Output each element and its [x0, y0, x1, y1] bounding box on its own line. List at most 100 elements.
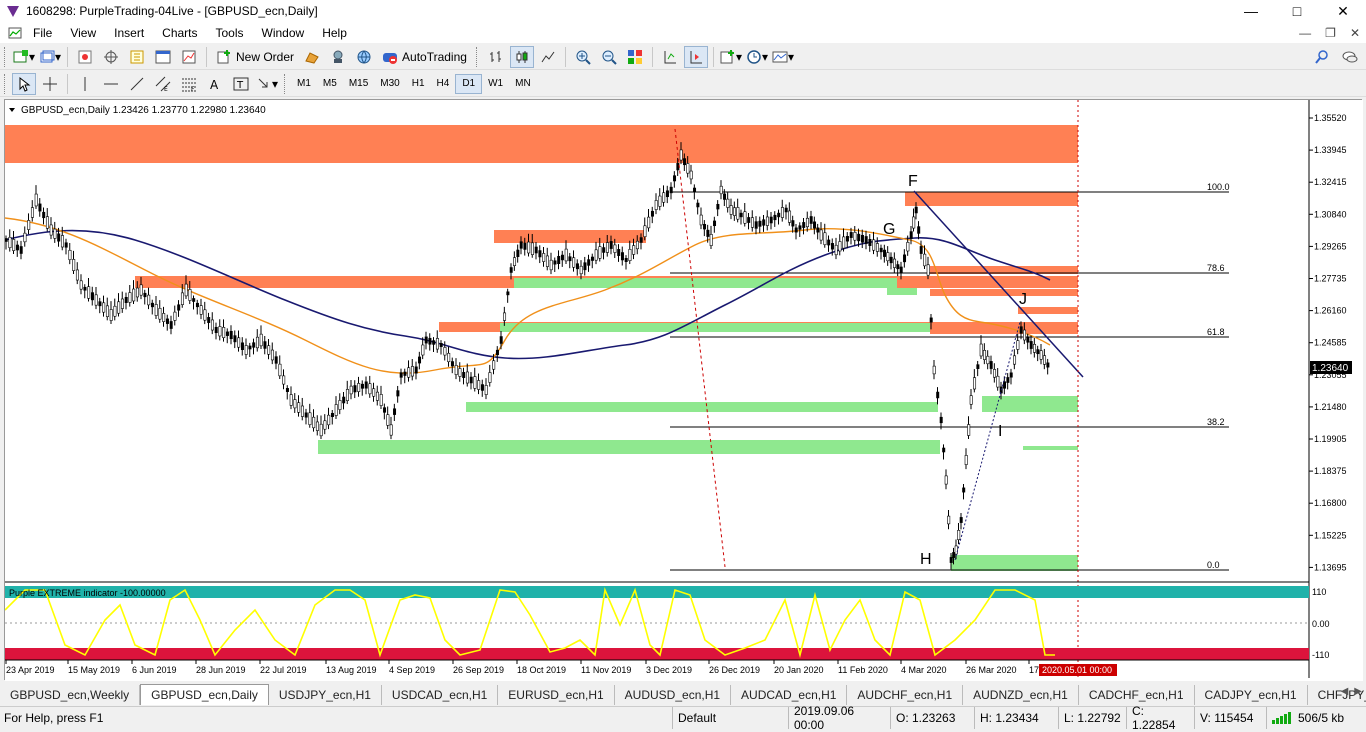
maximize-button[interactable]: □	[1274, 0, 1320, 22]
text-label-button[interactable]: T	[229, 73, 253, 95]
market-watch-icon	[78, 50, 92, 63]
support-zone[interactable]	[500, 323, 930, 332]
resistance-zone[interactable]	[905, 192, 1078, 206]
price-axis-label: 1.32415	[1314, 177, 1347, 187]
metaeditor-button[interactable]	[300, 46, 324, 68]
auto-trading-button[interactable]: AutoTrading	[378, 46, 471, 68]
search-icon[interactable]	[1314, 49, 1330, 65]
menu-view[interactable]: View	[61, 26, 105, 40]
data-window-button[interactable]	[99, 46, 123, 68]
menu-insert[interactable]: Insert	[105, 26, 153, 40]
market-button[interactable]	[352, 46, 376, 68]
support-zone[interactable]	[318, 440, 940, 454]
menu-file[interactable]: File	[24, 26, 61, 40]
support-zone[interactable]	[887, 288, 917, 295]
chart-tab[interactable]: GBPUSD_ecn,Weekly	[0, 685, 141, 705]
status-profile[interactable]: Default	[672, 706, 788, 729]
menu-help[interactable]: Help	[313, 26, 356, 40]
chart-tab[interactable]: AUDCAD_ecn,H1	[731, 685, 848, 705]
line-chart-button[interactable]	[536, 46, 560, 68]
menu-tools[interactable]: Tools	[207, 26, 253, 40]
support-zone[interactable]	[514, 278, 897, 288]
resistance-zone[interactable]	[494, 230, 646, 243]
price-axis-label: 1.21480	[1314, 402, 1347, 412]
text-button[interactable]: A	[203, 73, 227, 95]
indicators-button[interactable]: ▾	[719, 46, 743, 68]
new-order-button[interactable]: New Order	[212, 46, 298, 68]
tab-scroll-left-icon[interactable]: ◀	[1341, 686, 1349, 697]
tf-m5[interactable]: M5	[317, 74, 343, 94]
autoscroll-button[interactable]	[683, 45, 708, 68]
templates-button[interactable]: ▾	[771, 46, 795, 68]
cursor-date-label: 2020.05.01 00:00	[1042, 665, 1112, 675]
chart-tab[interactable]: CADCHF_ecn,H1	[1079, 685, 1195, 705]
cursor-button[interactable]	[12, 72, 36, 95]
tab-scroll-right-icon[interactable]: ▶	[1354, 686, 1362, 697]
vertical-line-button[interactable]	[73, 73, 97, 95]
price-chart[interactable]: 100.0 78.6 61.8 38.2 0.0 F G J H I GBPUSD_ecn,Da…	[5, 100, 1363, 681]
support-zone[interactable]	[466, 402, 938, 412]
navigator-button[interactable]	[125, 46, 149, 68]
date-axis-label: 26 Sep 2019	[453, 665, 504, 675]
fibonacci-button[interactable]: F	[177, 73, 201, 95]
tf-mn[interactable]: MN	[509, 74, 537, 94]
signals-icon	[333, 50, 343, 63]
wave-label: J	[1019, 291, 1027, 308]
chart-shift-button[interactable]	[658, 46, 682, 68]
resistance-zone[interactable]	[1018, 307, 1078, 314]
chart-tab[interactable]: USDCAD_ecn,H1	[382, 685, 499, 705]
close-button[interactable]: ✕	[1320, 0, 1366, 22]
globe-icon	[357, 50, 371, 63]
tf-m15[interactable]: M15	[343, 74, 374, 94]
arrows-button[interactable]: ▾	[255, 73, 279, 95]
support-zone[interactable]	[1023, 446, 1078, 450]
signals-button[interactable]	[326, 46, 350, 68]
svg-text:F: F	[191, 86, 195, 92]
chart-tab[interactable]: GBPUSD_ecn,Daily	[140, 684, 269, 705]
minimize-button[interactable]: —	[1228, 0, 1274, 22]
tf-w1[interactable]: W1	[482, 74, 509, 94]
menu-charts[interactable]: Charts	[153, 26, 206, 40]
mdi-minimize-button[interactable]: —	[1299, 26, 1311, 40]
date-axis-label: 11 Nov 2019	[581, 665, 631, 675]
zoom-out-button[interactable]	[597, 46, 621, 68]
chart-tab[interactable]: USDJPY_ecn,H1	[269, 685, 382, 705]
chart-tab[interactable]: CADJPY_ecn,H1	[1195, 685, 1308, 705]
tf-m1[interactable]: M1	[291, 74, 317, 94]
new-chart-button[interactable]: ▾	[12, 46, 36, 68]
tf-h1[interactable]: H1	[406, 74, 431, 94]
support-zone[interactable]	[951, 555, 1078, 571]
periods-button[interactable]: ▾	[745, 46, 769, 68]
mdi-close-button[interactable]: ✕	[1350, 26, 1360, 40]
strategy-tester-button[interactable]	[177, 46, 201, 68]
trendline-button[interactable]	[125, 73, 149, 95]
chart-window[interactable]: 100.0 78.6 61.8 38.2 0.0 F G J H I GBPUSD_ecn,Da…	[4, 99, 1363, 681]
chart-tab[interactable]: EURUSD_ecn,H1	[498, 685, 615, 705]
tf-h4[interactable]: H4	[431, 74, 456, 94]
terminal-button[interactable]	[151, 46, 175, 68]
chat-icon[interactable]	[1342, 49, 1358, 65]
chart-window-icon[interactable]	[8, 26, 22, 40]
tf-d1[interactable]: D1	[455, 73, 483, 94]
tile-windows-button[interactable]	[623, 46, 647, 68]
chart-tab[interactable]: AUDUSD_ecn,H1	[615, 685, 732, 705]
support-zone[interactable]	[982, 396, 1078, 412]
market-watch-button[interactable]	[73, 46, 97, 68]
zoom-in-button[interactable]	[571, 46, 595, 68]
tf-m30[interactable]: M30	[374, 74, 405, 94]
zoom-out-icon	[602, 50, 617, 65]
horizontal-line-button[interactable]	[99, 73, 123, 95]
equidistant-channel-button[interactable]: E	[151, 73, 175, 95]
bar-chart-button[interactable]	[484, 46, 508, 68]
profiles-button[interactable]: ▾	[38, 46, 62, 68]
svg-text:E: E	[164, 86, 168, 92]
new-order-icon	[217, 49, 230, 63]
resistance-zone[interactable]	[5, 125, 1078, 163]
mdi-restore-button[interactable]: ❐	[1325, 26, 1336, 40]
chart-tab[interactable]: AUDNZD_ecn,H1	[963, 685, 1079, 705]
menu-window[interactable]: Window	[253, 26, 314, 40]
candlestick-button[interactable]	[509, 45, 534, 68]
chart-tab[interactable]: AUDCHF_ecn,H1	[847, 685, 964, 705]
crosshair-button[interactable]	[38, 73, 62, 95]
tab-scroll-arrows[interactable]: ◀ ▶	[1341, 686, 1362, 697]
